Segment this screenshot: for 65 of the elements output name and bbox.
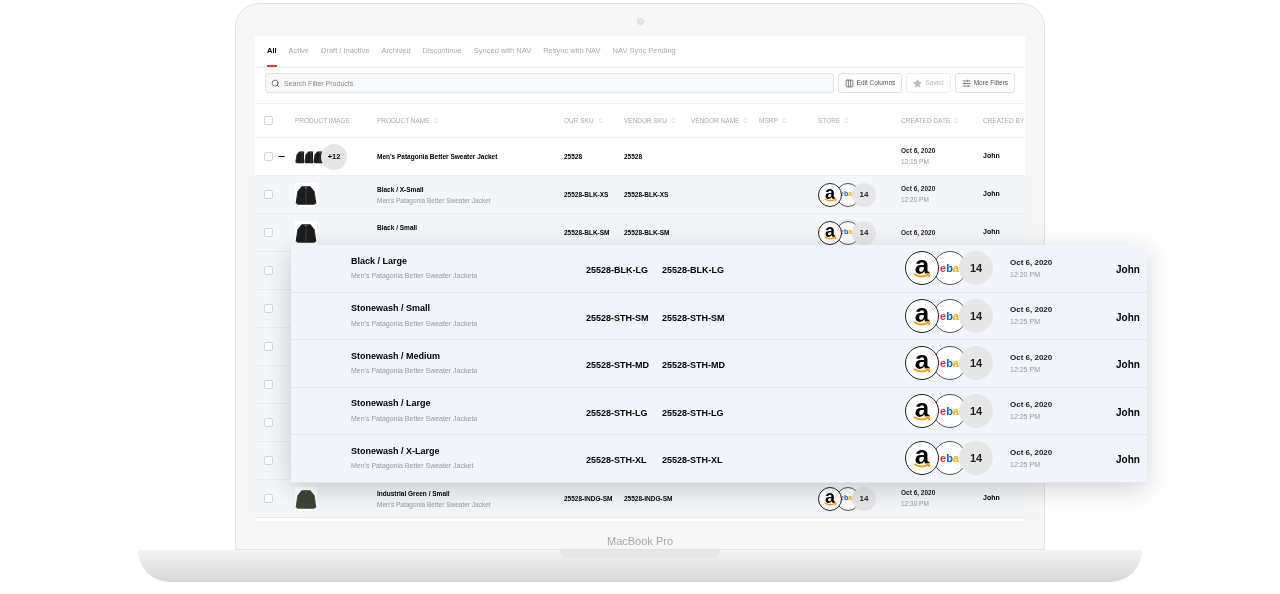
amazon-logo: a: [818, 182, 842, 207]
variant-name: Stonewash / Small: [351, 302, 432, 316]
our-sku: 25528-STH-LG: [586, 407, 648, 418]
variant-name: Stonewash / Medium: [351, 349, 441, 363]
sort-icon[interactable]: [843, 117, 851, 124]
vendor-sku: 25528-BLK-LG: [662, 265, 724, 276]
checkbox[interactable]: [264, 342, 273, 351]
vendor-sku: 25528-STH-LG: [662, 407, 724, 418]
our-sku: 25528-STH-SM: [586, 312, 649, 323]
store-count-badge: 14: [959, 441, 993, 476]
amazon-logo: a: [905, 298, 939, 333]
amazon-logo: a: [905, 441, 939, 476]
checkbox[interactable]: [264, 418, 273, 427]
checkbox[interactable]: [264, 190, 273, 199]
created-date: Oct 6, 2020: [1010, 399, 1054, 411]
created-by: John: [1116, 359, 1140, 371]
created-date: Oct 6, 2020: [1010, 256, 1054, 269]
variant-name: Stonewash / X-Large: [351, 444, 441, 458]
store-count-badge: 14: [852, 486, 876, 511]
amazon-logo: a: [905, 251, 939, 286]
store-count-badge: 14: [852, 182, 876, 207]
created-by: John: [1116, 311, 1140, 323]
amazon-logo: a: [905, 393, 939, 428]
checkbox[interactable]: [264, 494, 273, 503]
created-by: John: [1116, 454, 1140, 466]
created-date: Oct 6, 2020: [1010, 304, 1054, 316]
device-label: MacBook Pro: [607, 533, 673, 549]
sort-icon[interactable]: [780, 117, 788, 124]
sort-icon[interactable]: [953, 117, 961, 124]
checkbox[interactable]: [264, 456, 273, 465]
store-count-badge: 14: [852, 220, 876, 245]
created-by: John: [1116, 264, 1140, 276]
checkbox[interactable]: [264, 116, 273, 125]
amazon-logo: a: [905, 346, 939, 381]
checkbox[interactable]: [264, 266, 273, 275]
checkbox[interactable]: [264, 228, 273, 237]
our-sku: 25528-BLK-LG: [586, 265, 648, 276]
checkbox[interactable]: [264, 152, 273, 161]
checkbox[interactable]: [264, 304, 273, 313]
store-count-badge: 14: [959, 393, 993, 428]
vendor-sku: 25528-STH-MD: [662, 360, 726, 371]
camera-icon: [636, 18, 644, 25]
vendor-sku: 25528-STH-XL: [662, 455, 723, 466]
sort-icon[interactable]: [432, 117, 440, 124]
vendor-sku: 25528-STH-SM: [662, 312, 725, 323]
our-sku: 25528-STH-XL: [586, 455, 647, 466]
sort-icon[interactable]: [742, 117, 750, 124]
created-by: John: [1116, 406, 1140, 418]
created-date: Oct 6, 2020: [1010, 446, 1054, 459]
columns-icon: [844, 78, 854, 88]
sort-icon[interactable]: [670, 117, 677, 124]
variant-name: Stonewash / Large: [351, 397, 432, 411]
created-date: Oct 6, 2020: [1010, 351, 1054, 364]
sort-icon[interactable]: [596, 117, 604, 124]
store-count-badge: 14: [959, 251, 993, 286]
filters-icon: [961, 78, 971, 88]
checkbox[interactable]: [264, 380, 273, 389]
store-count-badge: 14: [959, 346, 993, 381]
our-sku: 25528-STH-MD: [586, 360, 650, 371]
search-icon: [271, 78, 280, 88]
store-count-badge: 14: [959, 298, 993, 333]
amazon-logo: a: [818, 486, 842, 511]
amazon-logo: a: [818, 220, 842, 245]
star-icon: [913, 78, 923, 88]
variant-name: Black / Large: [351, 254, 409, 268]
